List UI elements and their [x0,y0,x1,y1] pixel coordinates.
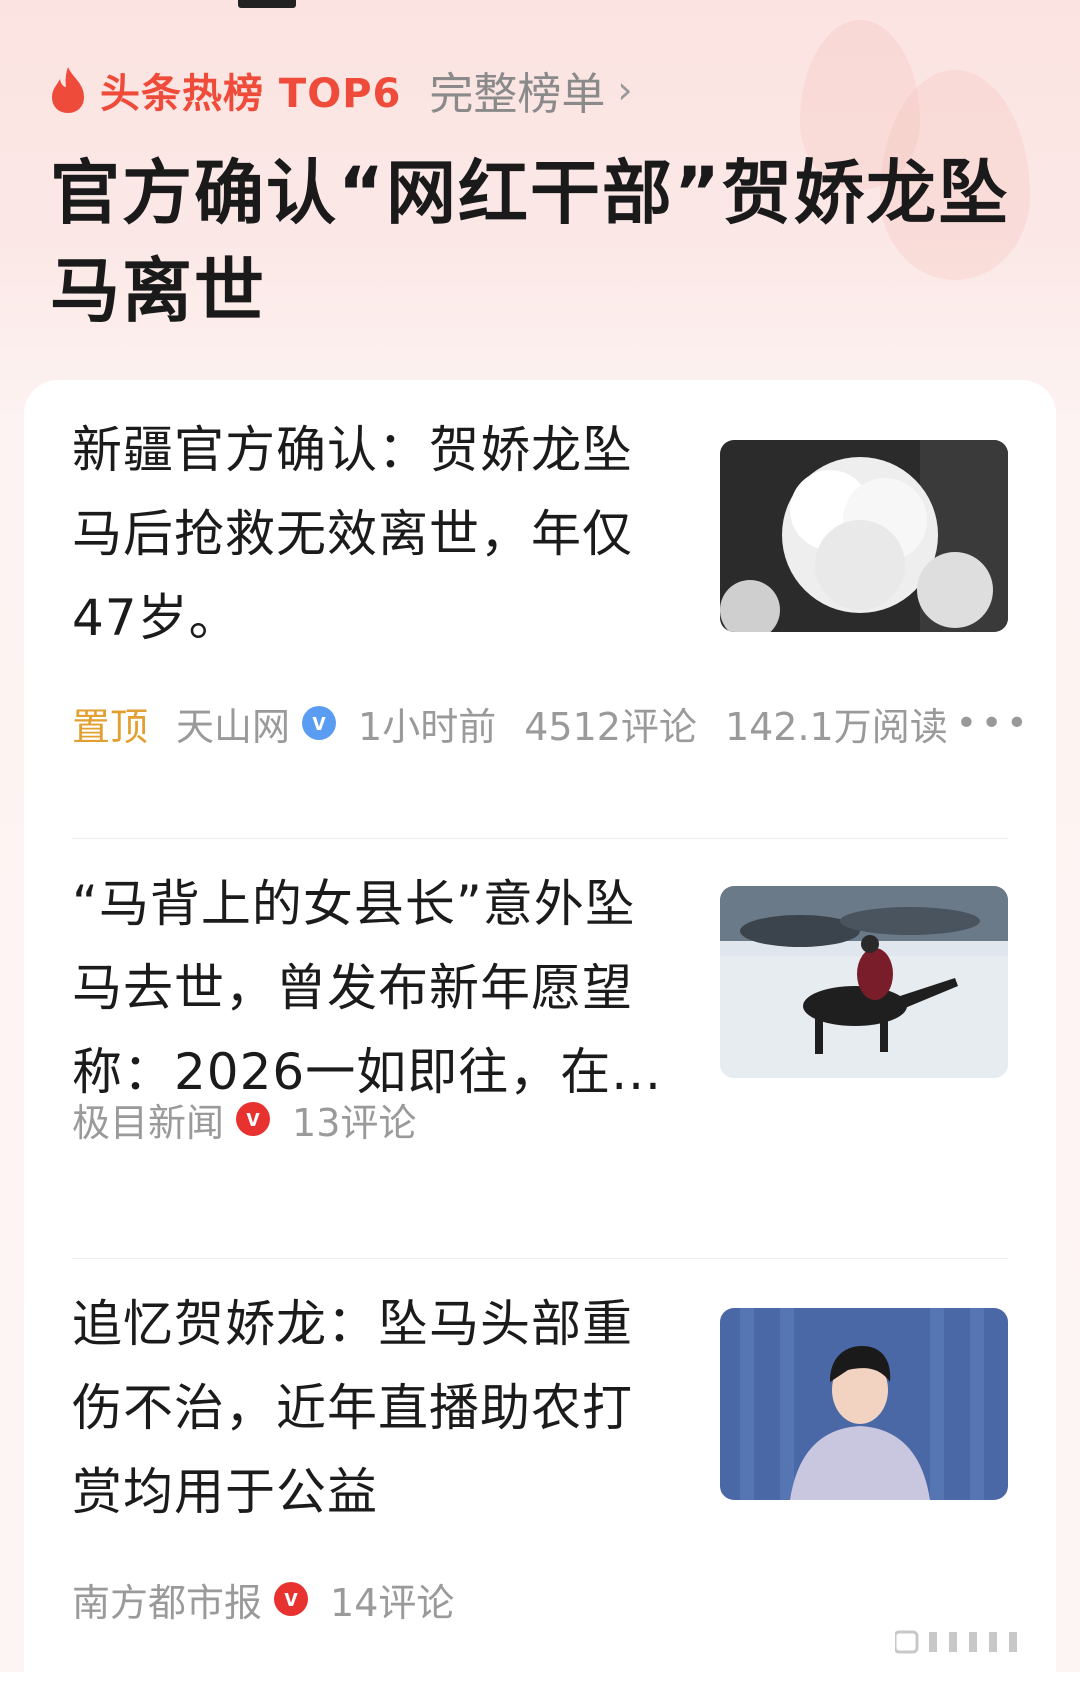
article-thumbnail[interactable] [720,1308,1008,1500]
hot-list-header[interactable]: 头条热榜 TOP6 完整榜单 › [48,60,633,120]
news-item[interactable]: “马背上的女县长”意外坠马去世，曾发布新年愿望称：2026一如即往，在... 极… [72,862,1008,1222]
article-title[interactable]: “马背上的女县长”意外坠马去世，曾发布新年愿望称：2026一如即往，在... [72,862,672,1114]
article-thumbnail[interactable] [720,886,1008,1078]
tab-indicator [238,0,296,8]
white-chrysanthemum-image [720,440,1008,632]
more-dots-icon[interactable]: ••• [956,703,1032,744]
source-name[interactable]: 极目新闻 [72,1092,224,1147]
comment-count: 4512评论 [524,704,697,749]
article-thumbnail[interactable] [720,440,1008,632]
verified-badge-icon: v [302,706,337,740]
verified-badge-icon: v [274,1582,309,1616]
news-item[interactable]: 新疆官方确认：贺娇龙坠马后抢救无效离世，年仅47岁。 置顶 天山网 v 1小时前… [72,408,1027,768]
comment-count: 14评论 [330,1580,455,1625]
article-meta: 极目新闻 v 13评论 [72,1092,417,1147]
full-list-link[interactable]: 完整榜单 › [429,58,632,122]
woman-portrait-image [720,1308,1008,1500]
article-meta: 南方都市报 v 14评论 [72,1572,455,1627]
full-list-label: 完整榜单 [429,69,606,120]
source-name[interactable]: 天山网 [176,696,290,751]
watermark-icon [895,1630,1017,1654]
article-title[interactable]: 追忆贺娇龙：坠马头部重伤不治，近年直播助农打赏均用于公益 [72,1282,672,1534]
chevron-right-icon: › [617,68,633,112]
hot-list-label: 头条热榜 TOP6 [100,71,402,117]
read-count: 142.1万阅读 [724,704,948,749]
source-name[interactable]: 南方都市报 [72,1572,262,1627]
article-title[interactable]: 新疆官方确认：贺娇龙坠马后抢救无效离世，年仅47岁。 [72,408,672,660]
article-meta: 置顶 天山网 v 1小时前 4512评论 142.1万阅读 ••• [72,696,1032,751]
topic-title[interactable]: 官方确认“网红干部”贺娇龙坠马离世 [50,144,1030,340]
divider [72,1258,1008,1259]
divider [72,838,1008,839]
flame-icon [52,67,84,113]
comment-count: 13评论 [292,1100,417,1145]
verified-badge-icon: v [236,1102,271,1136]
news-item[interactable]: 追忆贺娇龙：坠马头部重伤不治，近年直播助农打赏均用于公益 南方都市报 v 14评… [72,1282,1008,1642]
pinned-label: 置顶 [72,704,149,749]
publish-time: 1小时前 [358,704,497,749]
rider-on-horse-image [720,886,1008,1078]
